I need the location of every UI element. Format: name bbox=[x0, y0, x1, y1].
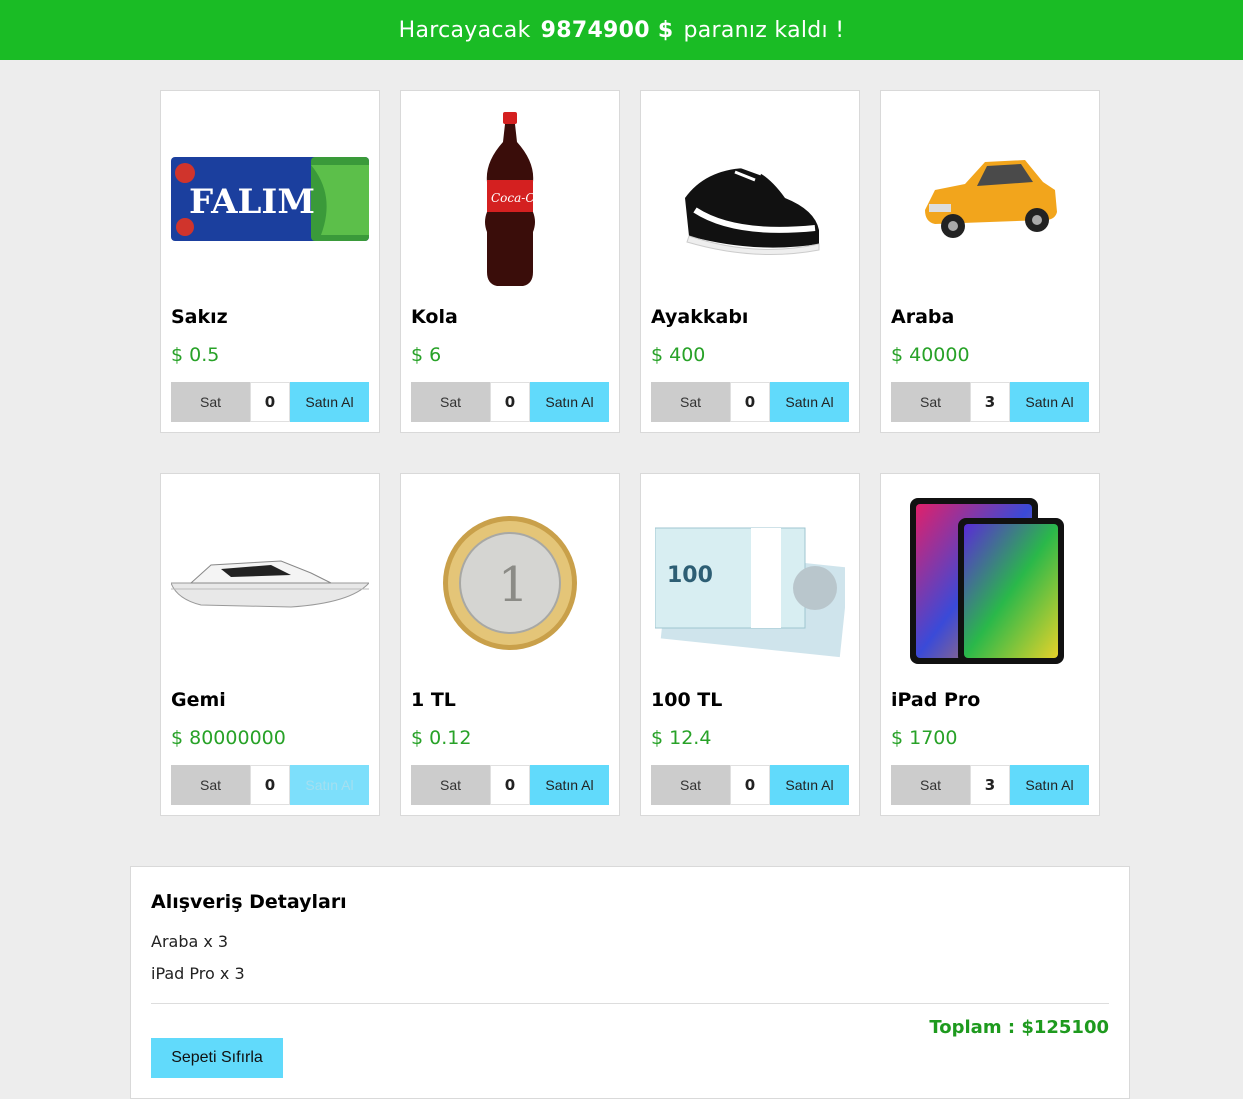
sell-button[interactable]: Sat bbox=[651, 765, 730, 805]
buy-button[interactable]: Satın Al bbox=[1010, 765, 1089, 805]
sell-button[interactable]: Sat bbox=[411, 382, 490, 422]
product-price: $ 12.4 bbox=[651, 727, 712, 749]
product-name: 1 TL bbox=[411, 689, 456, 711]
divider bbox=[151, 1003, 1109, 1004]
buy-button[interactable]: Satın Al bbox=[1010, 382, 1089, 422]
banner-prefix: Harcayacak bbox=[398, 17, 531, 43]
cola-bottle-image: Coca-Cola bbox=[411, 105, 609, 295]
product-name: 100 TL bbox=[651, 689, 723, 711]
product-price: $ 6 bbox=[411, 344, 442, 366]
reset-cart-button[interactable]: Sepeti Sıfırla bbox=[151, 1038, 283, 1078]
sell-button[interactable]: Sat bbox=[891, 765, 970, 805]
buy-button[interactable]: Satın Al bbox=[770, 382, 849, 422]
svg-text:FALIM: FALIM bbox=[189, 182, 315, 222]
boat-image bbox=[171, 488, 369, 678]
product-name: Araba bbox=[891, 306, 955, 328]
product-card: 1 1 TL $ 0.12 Sat 0 Satın Al bbox=[400, 473, 620, 816]
product-card: Araba $ 40000 Sat 3 Satın Al bbox=[880, 90, 1100, 433]
product-price: $ 400 bbox=[651, 344, 706, 366]
buy-button[interactable]: Satın Al bbox=[290, 765, 369, 805]
quantity-field[interactable]: 3 bbox=[970, 765, 1010, 805]
sell-button[interactable]: Sat bbox=[171, 765, 250, 805]
coin-image: 1 bbox=[411, 488, 609, 678]
product-name: Ayakkabı bbox=[651, 306, 749, 328]
banknotes-image: 100 bbox=[651, 488, 849, 678]
shoe-image bbox=[651, 105, 849, 295]
buy-button[interactable]: Satın Al bbox=[770, 765, 849, 805]
cart-item: Araba x 3 bbox=[151, 932, 229, 951]
product-price: $ 80000000 bbox=[171, 727, 286, 749]
quantity-field[interactable]: 0 bbox=[730, 382, 770, 422]
product-price: $ 0.5 bbox=[171, 344, 220, 366]
quantity-field[interactable]: 0 bbox=[730, 765, 770, 805]
svg-text:1: 1 bbox=[498, 557, 529, 613]
product-price: $ 40000 bbox=[891, 344, 970, 366]
car-image bbox=[891, 105, 1089, 295]
cart-details-panel: Alışveriş Detayları Araba x 3 iPad Pro x… bbox=[130, 866, 1130, 1099]
product-card: Coca-Cola Kola $ 6 Sat 0 Satın Al bbox=[400, 90, 620, 433]
product-price: $ 0.12 bbox=[411, 727, 472, 749]
product-card: 100 100 TL $ 12.4 Sat 0 Satın Al bbox=[640, 473, 860, 816]
cart-item: iPad Pro x 3 bbox=[151, 964, 245, 983]
buy-button[interactable]: Satın Al bbox=[530, 382, 609, 422]
quantity-field[interactable]: 0 bbox=[490, 382, 530, 422]
sell-button[interactable]: Sat bbox=[891, 382, 970, 422]
cart-title: Alışveriş Detayları bbox=[151, 891, 347, 913]
cart-total: Toplam : $125100 bbox=[929, 1017, 1109, 1038]
quantity-field[interactable]: 3 bbox=[970, 382, 1010, 422]
product-name: iPad Pro bbox=[891, 689, 981, 711]
sell-button[interactable]: Sat bbox=[411, 765, 490, 805]
sell-button[interactable]: Sat bbox=[171, 382, 250, 422]
svg-text:100: 100 bbox=[667, 563, 713, 588]
product-name: Kola bbox=[411, 306, 458, 328]
sell-button[interactable]: Sat bbox=[651, 382, 730, 422]
product-card: iPad Pro $ 1700 Sat 3 Satın Al bbox=[880, 473, 1100, 816]
buy-button[interactable]: Satın Al bbox=[290, 382, 369, 422]
quantity-field[interactable]: 0 bbox=[250, 382, 290, 422]
product-name: Sakız bbox=[171, 306, 228, 328]
product-price: $ 1700 bbox=[891, 727, 958, 749]
quantity-field[interactable]: 0 bbox=[490, 765, 530, 805]
quantity-field[interactable]: 0 bbox=[250, 765, 290, 805]
svg-text:Coca-Cola: Coca-Cola bbox=[491, 191, 545, 205]
remaining-money-banner: Harcayacak 9874900 $ paranız kaldı ! bbox=[0, 0, 1243, 60]
buy-button[interactable]: Satın Al bbox=[530, 765, 609, 805]
remaining-amount: 9874900 $ bbox=[540, 17, 674, 43]
banner-suffix: paranız kaldı ! bbox=[683, 17, 845, 43]
gum-image: FALIM bbox=[171, 105, 369, 295]
tablet-image bbox=[891, 488, 1089, 678]
product-name: Gemi bbox=[171, 689, 226, 711]
product-card: Gemi $ 80000000 Sat 0 Satın Al bbox=[160, 473, 380, 816]
product-card: Ayakkabı $ 400 Sat 0 Satın Al bbox=[640, 90, 860, 433]
product-card: FALIM Sakız $ 0.5 Sat 0 Satın Al bbox=[160, 90, 380, 433]
